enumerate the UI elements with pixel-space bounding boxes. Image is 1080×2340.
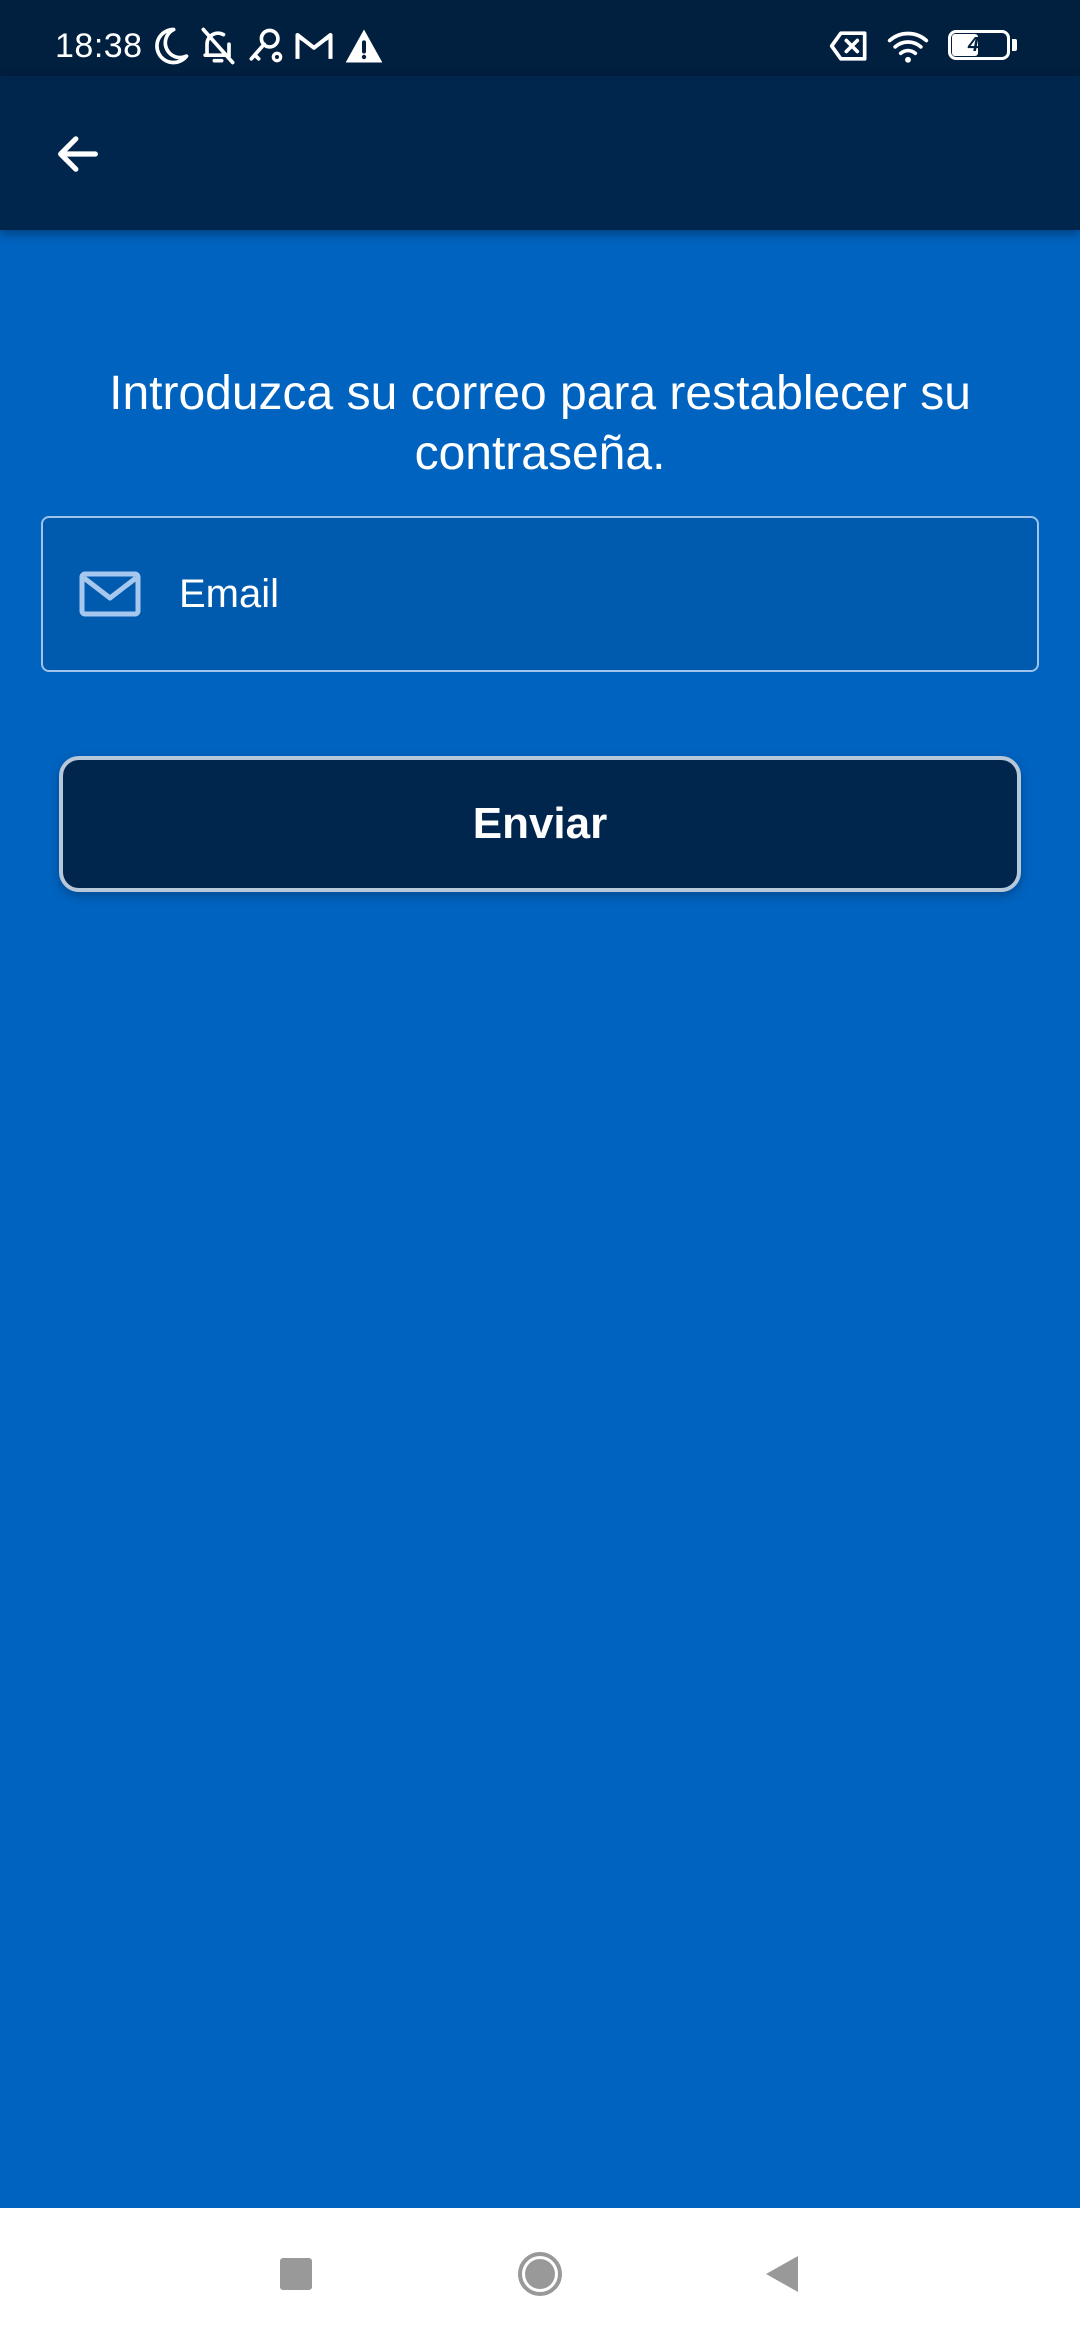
warning-icon (342, 24, 386, 68)
battery-icon: 49 (948, 30, 1018, 64)
circle-icon-inner (525, 2259, 555, 2289)
email-input[interactable] (177, 517, 1037, 671)
home-button[interactable] (504, 2238, 576, 2310)
recents-button[interactable] (260, 2238, 332, 2310)
gmail-icon (292, 24, 336, 68)
battery-level: 49 (967, 34, 991, 56)
battery-tip (1012, 39, 1017, 51)
circle-icon (518, 2252, 562, 2296)
status-bar: 18:38 49 (0, 0, 1080, 76)
key-icon (244, 24, 288, 68)
triangle-back-icon (766, 2256, 798, 2292)
system-back-button[interactable] (746, 2238, 818, 2310)
back-button[interactable] (30, 106, 126, 202)
app-bar (0, 76, 1080, 230)
email-field[interactable] (41, 516, 1039, 672)
no-sim-icon (828, 24, 872, 68)
send-button[interactable]: Enviar (59, 756, 1021, 892)
bell-off-icon (196, 24, 240, 68)
navigation-bar (0, 2208, 1080, 2340)
wifi-icon (886, 24, 930, 68)
arrow-left-icon (58, 136, 98, 172)
mail-icon (79, 571, 141, 617)
instruction-text: Introduzca su correo para restablecer su… (109, 367, 971, 480)
moon-icon (148, 24, 192, 68)
status-time: 18:38 (55, 27, 143, 65)
square-icon (280, 2258, 312, 2290)
